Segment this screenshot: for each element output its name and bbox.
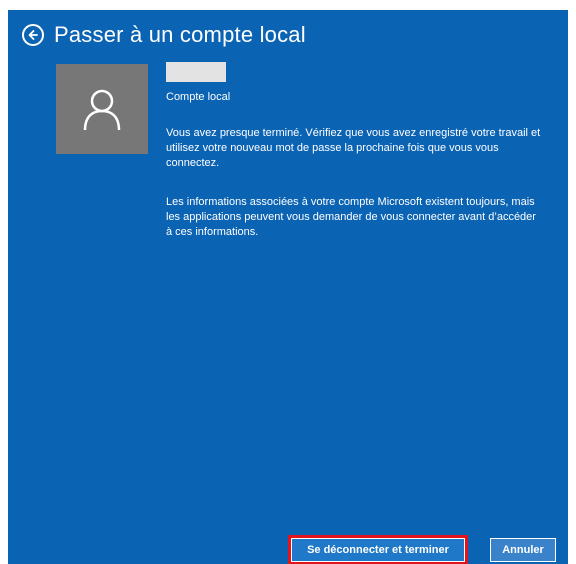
dialog-window: Passer à un compte local Compte local Vo… xyxy=(8,10,568,564)
account-name-redacted xyxy=(166,62,226,82)
completion-message: Vous avez presque terminé. Vérifiez que … xyxy=(166,127,541,169)
title-bar: Passer à un compte local xyxy=(22,20,306,50)
sign-out-and-finish-button[interactable]: Se déconnecter et terminer xyxy=(288,535,468,564)
avatar xyxy=(56,64,148,154)
microsoft-account-info: Les informations associées à votre compt… xyxy=(166,196,536,238)
back-button[interactable] xyxy=(22,24,44,46)
page-title: Passer à un compte local xyxy=(54,22,306,47)
back-arrow-icon xyxy=(28,30,38,40)
cancel-button[interactable]: Annuler xyxy=(490,538,556,562)
user-icon xyxy=(83,89,121,131)
sign-out-and-finish-label: Se déconnecter et terminer xyxy=(291,538,465,562)
account-type-label: Compte local xyxy=(166,91,231,103)
